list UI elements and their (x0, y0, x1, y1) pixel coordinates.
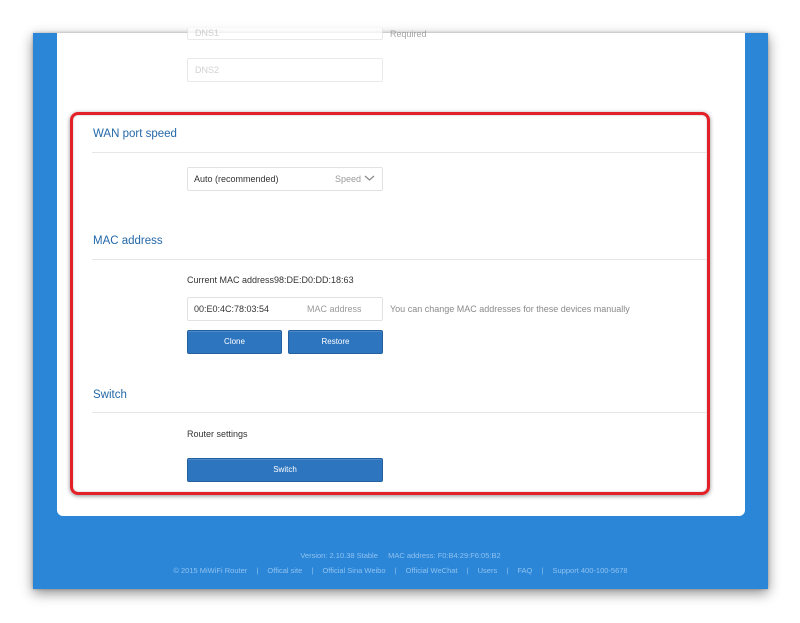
wan-speed-select[interactable]: Auto (recommended) Speed (187, 167, 383, 191)
clone-button[interactable]: Clone (187, 330, 282, 354)
mac-address-input[interactable]: 00:E0:4C:78:03:54 MAC address (187, 297, 383, 321)
footer-copyright: © 2015 MiWiFi Router (173, 566, 248, 575)
wan-speed-label: Speed (335, 174, 362, 184)
mac-address-value: 00:E0:4C:78:03:54 (194, 304, 270, 314)
wan-speed-value: Auto (recommended) (194, 174, 279, 184)
footer-version-label: Version: (300, 551, 330, 560)
footer-link-wechat[interactable]: Official WeChat (406, 566, 458, 575)
restore-button[interactable]: Restore (288, 330, 383, 354)
dns1-required-hint: Required (390, 29, 427, 39)
current-mac-label: Current MAC address (187, 275, 275, 285)
footer-mac-label: MAC address: (388, 551, 438, 560)
switch-divider (92, 412, 706, 413)
dns2-placeholder: DNS2 (195, 65, 220, 75)
wan-divider (92, 152, 706, 153)
dns2-input[interactable]: DNS2 (187, 58, 383, 82)
mac-divider (92, 259, 706, 260)
footer-link-faq[interactable]: FAQ (517, 566, 532, 575)
footer-version-line: Version: 2.10.38 Stable MAC address: F0:… (33, 551, 768, 560)
current-mac-value: 98:DE:D0:DD:18:63 (274, 275, 354, 285)
footer-link-users[interactable]: Users (478, 566, 498, 575)
dns1-input[interactable]: DNS1 (187, 28, 383, 40)
footer-version: 2.10.38 Stable (329, 551, 378, 560)
footer-links-line: © 2015 MiWiFi Router | Offical site | Of… (173, 566, 628, 575)
mac-section-title: MAC address (93, 235, 163, 247)
settings-panel (57, 33, 745, 516)
footer-link-support[interactable]: Support 400-100-5678 (553, 566, 628, 575)
dns1-placeholder: DNS1 (195, 28, 220, 38)
mac-change-hint: You can change MAC addresses for these d… (390, 304, 630, 314)
switch-button[interactable]: Switch (187, 458, 383, 482)
chevron-down-icon (364, 174, 375, 184)
mac-address-label: MAC address (307, 304, 362, 314)
footer-mac: F0:B4:29:F6:05:B2 (437, 551, 501, 560)
switch-section-title: Switch (93, 389, 127, 401)
current-mac-text: Current MAC address98:DE:D0:DD:18:63 (187, 275, 354, 285)
router-settings-label: Router settings (187, 429, 248, 439)
wan-section-title: WAN port speed (93, 128, 177, 140)
footer-link-official-site[interactable]: Offical site (267, 566, 302, 575)
footer-link-sina-weibo[interactable]: Official Sina Weibo (322, 566, 385, 575)
